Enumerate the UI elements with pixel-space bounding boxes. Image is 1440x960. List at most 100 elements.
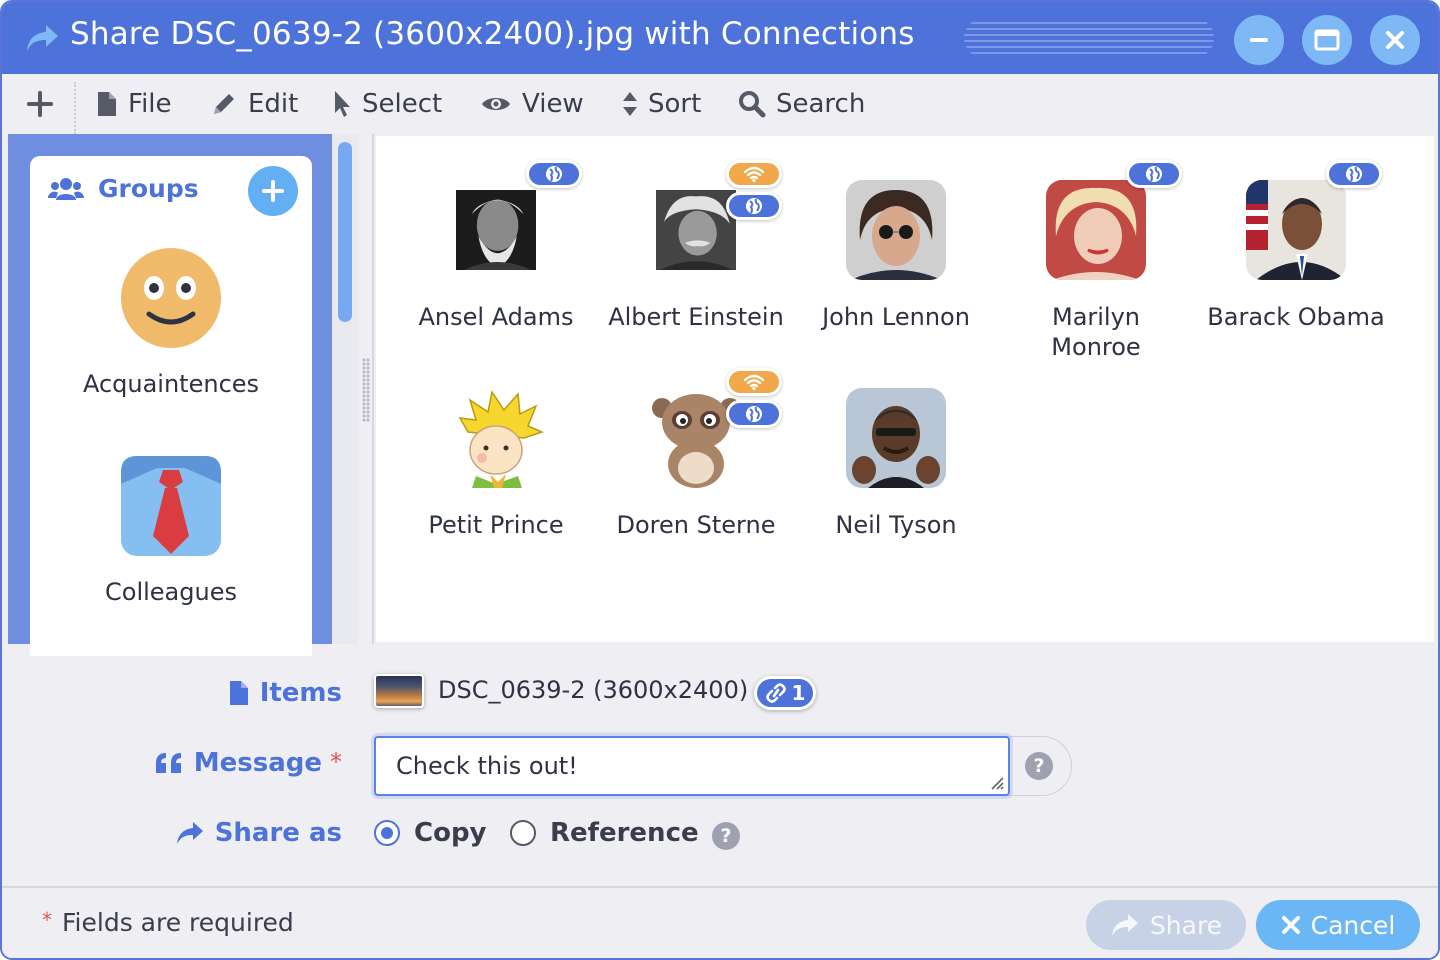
cancel-button-label: Cancel [1310,910,1396,940]
wifi-badge [726,368,782,396]
link-count-badge[interactable]: 1 [754,676,816,710]
connection-name: Albert Einstein [608,303,784,331]
file-icon [229,681,248,705]
add-group-button[interactable] [248,166,298,216]
group-item-acquaintences[interactable]: Acquaintences [30,246,312,398]
titlebar[interactable]: Share DSC_0639-2 (3600x2400).jpg with Co… [2,2,1438,74]
item-name: DSC_0639-2 (3600x2400) [438,676,749,704]
message-label-text: Message [193,748,322,778]
menu-edit-label: Edit [248,89,299,119]
radio-selected-icon [374,820,400,846]
splitter-grip[interactable] [362,358,370,422]
menu-file-label: File [128,89,172,119]
menu-select-label: Select [362,89,443,119]
share-dialog: Share DSC_0639-2 (3600x2400).jpg with Co… [0,0,1440,960]
globe-icon [746,198,762,214]
eye-icon [482,98,510,110]
groups-panel: Groups Acquaintences Colleagues [30,156,312,656]
menubar: File Edit Select View Sort Search [2,74,1438,134]
globe-icon [746,406,762,422]
message-input[interactable] [374,736,1010,796]
connection-name: Marilyn Monroe [1051,303,1141,361]
search-icon [739,91,766,118]
share-as-label: Share as [175,818,342,848]
menu-select[interactable]: Select [332,86,442,122]
group-label: Colleagues [105,578,237,606]
required-marker: * [330,748,342,776]
globe-badge [726,192,782,220]
globe-badge [1126,160,1182,188]
required-note-text: Fields are required [62,908,294,937]
menu-file[interactable]: File [96,86,172,122]
globe-badge [526,160,582,188]
globe-icon [546,166,562,182]
connection-name: Ansel Adams [418,303,574,331]
connection-name: Petit Prince [428,511,564,539]
share-button-label: Share [1149,910,1223,940]
share-arrow-icon [27,25,58,51]
message-help-icon[interactable]: ? [1025,752,1053,780]
globe-icon [1146,166,1162,182]
radio-unselected-icon [510,820,536,846]
menu-edit[interactable]: Edit [210,86,298,122]
close-icon [1281,916,1300,934]
menu-view[interactable]: View [480,86,584,122]
required-note: * Fields are required [42,908,294,937]
item-thumbnail [374,674,424,708]
wifi-icon [743,374,765,390]
connections-grid: Ansel Adams Albert Einstein John Lennon … [376,136,1434,642]
sort-icon [623,92,637,116]
resize-grip-icon[interactable] [988,774,1004,790]
share-arrow-icon [176,822,203,844]
items-label: Items [228,678,342,708]
close-icon [1386,31,1404,49]
maximize-icon [1314,29,1340,51]
share-as-label-text: Share as [214,818,342,848]
avatar [456,190,536,270]
menu-sort-label: Sort [648,89,702,119]
wifi-badge [726,160,782,188]
avatar [656,190,736,270]
items-label-text: Items [259,678,342,708]
group-item-colleagues[interactable]: Colleagues [30,454,312,606]
share-as-reference-radio[interactable]: Reference [510,818,699,848]
share-as-copy-radio[interactable]: Copy [374,818,487,848]
shirt-tie-icon [121,456,221,556]
menu-search-label: Search [776,89,866,119]
users-icon [48,177,84,200]
quote-icon [155,753,181,773]
avatar [1046,180,1146,280]
connection-name: Doren Sterne [616,511,776,539]
pointer-icon [335,91,350,117]
share-arrow-icon [1111,914,1138,936]
close-button[interactable] [1370,15,1420,65]
globe-icon [1346,166,1362,182]
pencil-icon [214,94,234,114]
menubar-divider [74,82,76,134]
avatar [846,180,946,280]
maximize-button[interactable] [1302,15,1352,65]
minimize-icon [1250,38,1268,42]
connection-name: Neil Tyson [835,511,957,539]
globe-badge [726,400,782,428]
share-button[interactable]: Share [1086,900,1246,950]
groups-header: Groups [48,174,199,203]
file-icon [98,92,116,116]
menu-search[interactable]: Search [738,86,865,122]
avatar [1246,180,1346,280]
groups-scrollbar-thumb[interactable] [338,142,352,322]
wifi-icon [743,166,765,182]
share-as-copy-label: Copy [414,818,487,848]
minimize-button[interactable] [1234,15,1284,65]
cancel-button[interactable]: Cancel [1256,900,1420,950]
groups-title: Groups [98,174,199,203]
menu-view-label: View [522,89,584,119]
titlebar-drag-grip[interactable] [964,18,1214,58]
smiley-face-icon [121,248,221,348]
menu-sort[interactable]: Sort [622,86,701,122]
globe-badge [1326,160,1382,188]
add-icon[interactable] [26,90,54,118]
plus-icon [262,180,284,202]
group-label: Acquaintences [82,370,260,398]
share-as-help-icon[interactable]: ? [712,822,740,850]
